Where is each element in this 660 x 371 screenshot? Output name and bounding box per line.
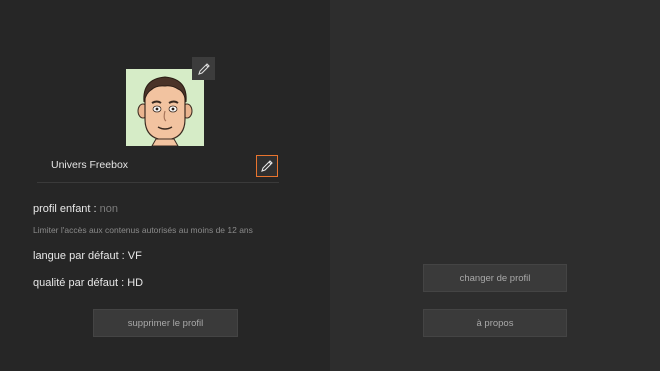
quality-label: qualité par défaut :: [33, 277, 128, 289]
profile-panel: Univers Freebox profil enfant : non Limi…: [0, 0, 330, 371]
language-value: VF: [127, 250, 142, 262]
switch-profile-button[interactable]: changer de profil: [423, 264, 567, 292]
language-label: langue par défaut :: [33, 250, 128, 262]
delete-profile-button[interactable]: supprimer le profil: [93, 309, 238, 337]
child-profile-label: profil enfant :: [33, 203, 100, 215]
default-quality-setting[interactable]: qualité par défaut : HD: [33, 277, 143, 289]
profile-avatar[interactable]: [126, 69, 204, 146]
quality-value: HD: [127, 277, 144, 289]
pencil-icon: [261, 160, 273, 172]
default-language-setting[interactable]: langue par défaut : VF: [33, 250, 142, 262]
divider: [37, 182, 279, 183]
cartoon-man-avatar-icon: [137, 76, 193, 146]
about-button[interactable]: à propos: [423, 309, 567, 337]
child-profile-value: non: [99, 203, 119, 215]
child-profile-hint: Limiter l'accès aux contenus autorisés a…: [33, 225, 253, 235]
child-profile-setting[interactable]: profil enfant : non: [33, 203, 118, 215]
pencil-icon: [197, 62, 210, 75]
profile-name: Univers Freebox: [51, 159, 129, 171]
edit-avatar-button[interactable]: [192, 57, 215, 80]
edit-name-button[interactable]: [256, 155, 278, 177]
